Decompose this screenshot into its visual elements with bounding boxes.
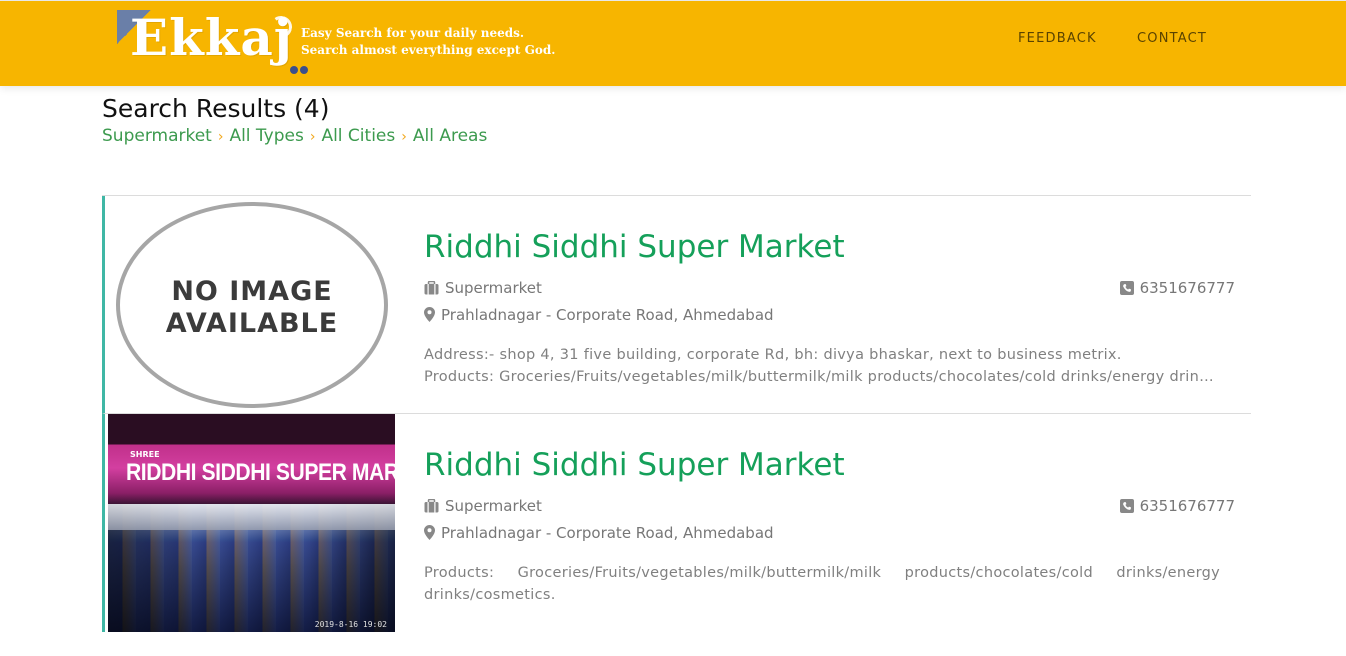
listing-name[interactable]: Riddhi Siddhi Super Market xyxy=(424,226,845,268)
breadcrumb-areas[interactable]: All Areas xyxy=(413,126,487,146)
listing-thumbnail[interactable]: NO IMAGE AVAILABLE xyxy=(108,196,395,414)
map-pin-icon xyxy=(424,525,435,545)
phone-icon xyxy=(1119,280,1134,300)
no-image-line-2: AVAILABLE xyxy=(165,308,339,339)
breadcrumb: Supermarket › All Types › All Cities › All Are… xyxy=(102,124,487,149)
listing-description: Products: Groceries/Fruits/vegetables/mi… xyxy=(424,565,1220,603)
briefcase-icon xyxy=(424,498,439,518)
listing-location-row: Prahladnagar - Corporate Road, Ahmedabad xyxy=(424,305,1235,327)
listing-phone[interactable]: 6351676777 xyxy=(1119,278,1235,300)
listing-category-row: Supermarket 6351676777 xyxy=(424,278,1235,300)
store-photo: SHREE RIDDHI SIDDHI SUPER MARKET 2019-8-… xyxy=(108,414,395,632)
nav-contact-link[interactable]: CONTACT xyxy=(1137,31,1207,46)
listing-description: Address:- shop 4, 31 five building, corp… xyxy=(424,344,1220,388)
breadcrumb-cities[interactable]: All Cities xyxy=(321,126,395,146)
listing-card[interactable]: NO IMAGE AVAILABLE Riddhi Siddhi Super M… xyxy=(102,196,1251,414)
no-image-placeholder: NO IMAGE AVAILABLE xyxy=(116,202,388,408)
listing-products-line: Products: Groceries/Fruits/vegetables/mi… xyxy=(424,369,1220,385)
listing-location: Prahladnagar - Corporate Road, Ahmedabad xyxy=(441,524,774,542)
listing-phone-number: 6351676777 xyxy=(1139,279,1235,297)
site-header: Ekkaj Easy Search for your daily needs. … xyxy=(0,0,1346,86)
chevron-right-icon: › xyxy=(217,129,224,145)
site-tagline: Easy Search for your daily needs. Search… xyxy=(301,25,555,59)
listing-category: Supermarket xyxy=(445,497,542,515)
store-sign-text: RIDDHI SIDDHI SUPER MARKET xyxy=(126,459,395,486)
listing-phone[interactable]: 6351676777 xyxy=(1119,496,1235,518)
listing-category-row: Supermarket 6351676777 xyxy=(424,496,1235,518)
listing-name[interactable]: Riddhi Siddhi Super Market xyxy=(424,444,845,486)
site-logo[interactable]: Ekkaj xyxy=(130,7,293,69)
breadcrumb-types[interactable]: All Types xyxy=(229,126,303,146)
listing-location-row: Prahladnagar - Corporate Road, Ahmedabad xyxy=(424,523,1235,545)
tagline-line-1: Easy Search for your daily needs. xyxy=(301,26,525,40)
map-pin-icon xyxy=(424,307,435,327)
photo-timestamp: 2019-8-16 19:02 xyxy=(314,620,387,629)
chevron-right-icon: › xyxy=(309,129,316,145)
listing-phone-number: 6351676777 xyxy=(1139,497,1235,515)
tagline-line-2: Search almost everything except God. xyxy=(301,43,556,57)
briefcase-icon xyxy=(424,280,439,300)
results-list: NO IMAGE AVAILABLE Riddhi Siddhi Super M… xyxy=(102,195,1251,632)
results-title: Search Results (4) xyxy=(102,94,330,123)
listing-location: Prahladnagar - Corporate Road, Ahmedabad xyxy=(441,306,774,324)
listing-category: Supermarket xyxy=(445,279,542,297)
no-image-line-1: NO IMAGE xyxy=(171,276,333,307)
store-ceiling xyxy=(108,504,395,530)
listing-address-line: Address:- shop 4, 31 five building, corp… xyxy=(424,347,1122,363)
listing-thumbnail[interactable]: SHREE RIDDHI SIDDHI SUPER MARKET 2019-8-… xyxy=(108,414,395,632)
logo-dots-icon xyxy=(290,59,310,78)
chevron-right-icon: › xyxy=(401,129,407,145)
phone-icon xyxy=(1119,498,1134,518)
store-sign-small-text: SHREE xyxy=(130,450,160,459)
breadcrumb-category[interactable]: Supermarket xyxy=(102,126,212,146)
nav-feedback-link[interactable]: FEEDBACK xyxy=(1018,31,1097,46)
listing-card[interactable]: SHREE RIDDHI SIDDHI SUPER MARKET 2019-8-… xyxy=(102,414,1251,632)
